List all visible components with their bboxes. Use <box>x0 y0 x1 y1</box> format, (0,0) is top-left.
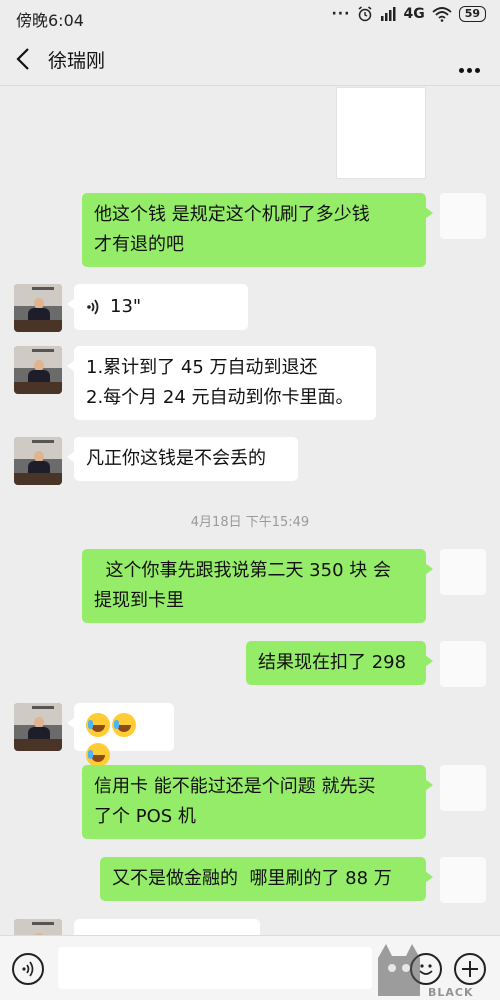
wifi-icon <box>432 6 452 22</box>
message-text: 提现到卡里 <box>94 590 184 611</box>
message-bubble-sent[interactable]: 信用卡 能不能过还是个问题 就先买 了个 POS 机 <box>82 765 433 839</box>
self-avatar[interactable] <box>440 193 486 239</box>
more-icon <box>459 68 464 73</box>
voice-wave-icon <box>22 961 34 977</box>
message-text: 这个你事先跟我说第二天 350 块 会 <box>94 560 391 581</box>
contact-avatar[interactable] <box>14 919 62 935</box>
message-bubble-received[interactable]: 1.累计到了 45 万自动到退还 2.每个月 24 元自动到你卡里面。 <box>67 346 376 420</box>
message-input[interactable] <box>58 947 372 989</box>
emoji-face-icon <box>86 743 110 767</box>
message-text: 结果现在扣了 298 <box>258 652 407 673</box>
back-button[interactable] <box>10 44 40 74</box>
alarm-icon <box>358 6 372 22</box>
more-button[interactable] <box>456 58 480 77</box>
self-avatar[interactable] <box>440 641 486 687</box>
emoji-face-icon <box>419 964 433 975</box>
voice-wave-icon <box>87 299 99 315</box>
emoji-button[interactable] <box>410 953 442 985</box>
input-bar <box>0 935 500 1000</box>
self-avatar[interactable] <box>440 765 486 811</box>
battery-indicator: 59 <box>458 6 486 22</box>
voice-input-button[interactable] <box>12 953 44 985</box>
self-avatar[interactable] <box>440 857 486 903</box>
emoji-message[interactable] <box>67 703 174 767</box>
status-time: 傍晚6:04 <box>16 11 84 30</box>
status-bar: 傍晚6:04 ··· 4G 59 <box>0 0 500 34</box>
message-bubble-sent[interactable]: 他这个钱 是规定这个机刷了多少钱 才有退的吧 <box>82 193 433 267</box>
self-avatar[interactable] <box>440 549 486 595</box>
network-type: 4G <box>403 6 425 22</box>
plus-icon[interactable] <box>454 953 486 985</box>
message-text: 他这个钱 是规定这个机刷了多少钱 <box>94 204 370 225</box>
chat-timestamp: 4月18日 下午15:49 <box>190 515 310 530</box>
message-text: 1.累计到了 45 万自动到退还 <box>86 357 318 378</box>
contact-avatar[interactable] <box>14 346 62 394</box>
contact-avatar[interactable] <box>14 703 62 751</box>
voice-message[interactable]: 13" <box>67 284 248 330</box>
sent-image-message[interactable] <box>336 87 426 179</box>
notification-dots-icon: ··· <box>331 6 351 22</box>
contact-avatar[interactable] <box>14 284 62 332</box>
message-text: 凡正你这钱是不会丢的 <box>86 448 266 469</box>
message-text: 2.每个月 24 元自动到你卡里面。 <box>86 387 354 408</box>
message-bubble-sent[interactable]: 这个你事先跟我说第二天 350 块 会 提现到卡里 <box>82 549 433 623</box>
emoji-face-icon <box>112 713 136 737</box>
message-bubble-sent[interactable]: 结果现在扣了 298 <box>246 641 433 685</box>
message-bubble-received[interactable] <box>67 919 260 935</box>
message-text: 信用卡 能不能过还是个问题 就先买 <box>94 776 376 797</box>
message-text: 了个 POS 机 <box>94 806 196 827</box>
message-text: 才有退的吧 <box>94 234 184 255</box>
back-arrow-icon <box>16 48 29 70</box>
signal-icon <box>381 7 396 21</box>
message-text: 又不是做金融的 哪里刷的了 88 万 <box>112 868 392 889</box>
message-bubble-received[interactable]: 凡正你这钱是不会丢的 <box>67 437 298 481</box>
chat-history[interactable]: 他这个钱 是规定这个机刷了多少钱 才有退的吧 13" 1.累计到了 45 万自动… <box>0 87 500 935</box>
voice-duration: 13" <box>110 296 142 317</box>
status-icons: ··· 4G 59 <box>331 6 486 22</box>
emoji-face-icon <box>86 713 110 737</box>
contact-avatar[interactable] <box>14 437 62 485</box>
contact-name: 徐瑞刚 <box>48 50 106 72</box>
message-bubble-sent[interactable]: 又不是做金融的 哪里刷的了 88 万 <box>100 857 433 901</box>
chat-header: 徐瑞刚 <box>0 34 500 86</box>
